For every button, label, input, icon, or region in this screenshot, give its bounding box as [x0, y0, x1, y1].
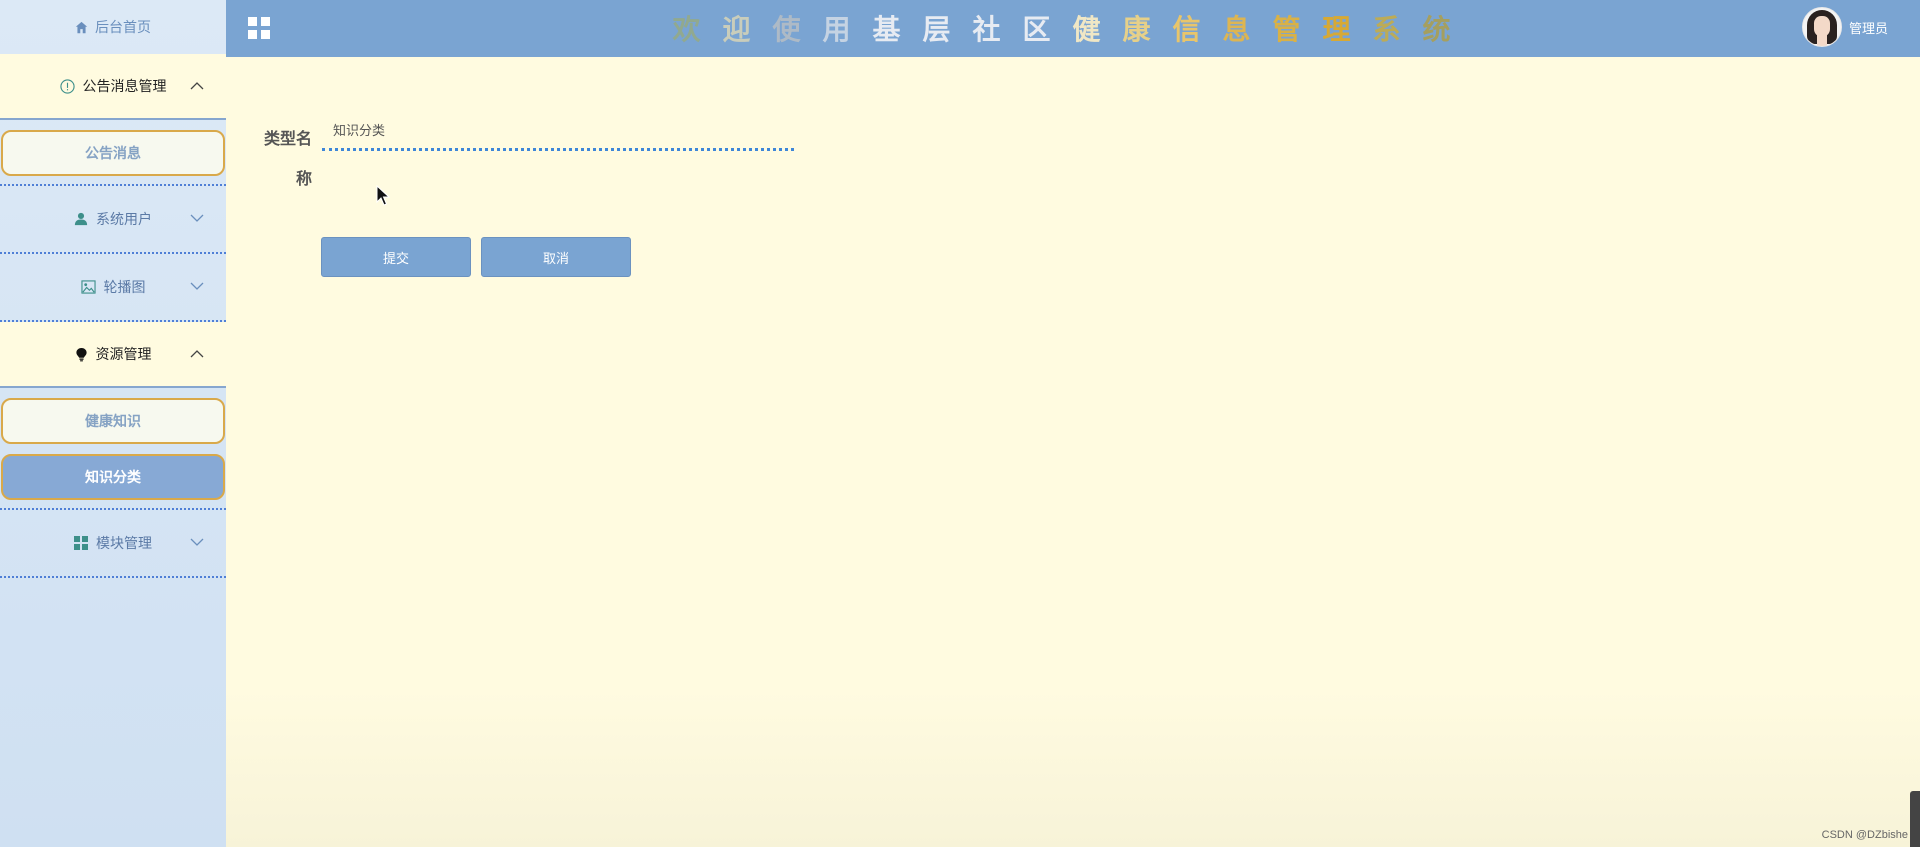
mouse-cursor-icon: [376, 185, 390, 206]
menu-header-label: 公告消息管理: [82, 79, 167, 95]
menu-header-modules[interactable]: 模块管理: [0, 510, 226, 578]
menu-header-carousel[interactable]: 轮播图: [0, 254, 226, 322]
menu-group-users: 系统用户: [0, 186, 226, 254]
menu-header-label: 轮播图: [103, 280, 146, 296]
top-header: 欢迎使用基层社区健康信息管理系统 管理员: [226, 0, 1920, 57]
user-menu[interactable]: 管理员: [1801, 7, 1888, 47]
user-name[interactable]: 管理员: [1849, 18, 1888, 37]
title-char: 系: [1372, 13, 1401, 46]
title-char: 层: [922, 13, 951, 46]
chevron-down-icon: [190, 212, 204, 226]
menu-group-notices: 公告消息管理 公告消息: [0, 54, 226, 186]
watermark: CSDN @DZbishe: [1821, 829, 1908, 841]
title-char: 康: [1122, 13, 1151, 46]
cancel-button[interactable]: 取消: [481, 237, 631, 277]
submenu-item-knowledge-category[interactable]: 知识分类: [1, 454, 225, 500]
title-char: 迎: [722, 13, 751, 46]
title-char: 基: [872, 13, 901, 46]
type-name-input[interactable]: 知识分类: [322, 117, 794, 151]
sidebar: 后台首页 公告消息管理 公告消息 系统用户 轮播图 资源管理 健康知识 知识分类…: [0, 0, 226, 847]
scroll-handle[interactable]: [1910, 791, 1920, 847]
title-char: 信: [1172, 13, 1201, 46]
title-char: 理: [1322, 13, 1351, 46]
chevron-down-icon: [190, 536, 204, 550]
title-char: 使: [772, 13, 801, 46]
type-name-label: 类型名 称: [263, 129, 312, 188]
home-icon: [75, 21, 88, 33]
menu-header-users[interactable]: 系统用户: [0, 186, 226, 254]
menu-header-label: 模块管理: [96, 536, 152, 552]
title-char: 息: [1222, 13, 1251, 46]
chevron-up-icon: [190, 79, 204, 93]
submenu-resources: 健康知识 知识分类: [0, 388, 226, 510]
title-char: 管: [1272, 13, 1301, 46]
avatar[interactable]: [1801, 7, 1842, 47]
sidebar-home-link[interactable]: 后台首页: [0, 0, 226, 54]
system-title: 欢迎使用基层社区健康信息管理系统: [672, 8, 1451, 48]
submenu-item-notices[interactable]: 公告消息: [1, 130, 225, 176]
menu-group-modules: 模块管理: [0, 510, 226, 578]
info-circle-icon: [59, 78, 75, 94]
menu-header-resources[interactable]: 资源管理: [0, 322, 226, 388]
chevron-up-icon: [190, 347, 204, 361]
chevron-down-icon: [190, 280, 204, 294]
menu-header-label: 系统用户: [96, 212, 152, 228]
user-icon: [74, 212, 88, 226]
submit-button[interactable]: 提交: [321, 237, 471, 277]
submenu-notices: 公告消息: [0, 120, 226, 186]
menu-group-resources: 资源管理 健康知识 知识分类: [0, 322, 226, 510]
title-char: 用: [822, 13, 851, 46]
sidebar-home-label: 后台首页: [95, 20, 151, 36]
title-char: 统: [1422, 13, 1451, 46]
menu-group-carousel: 轮播图: [0, 254, 226, 322]
grid-icon: [74, 536, 88, 550]
menu-header-label: 资源管理: [95, 347, 152, 363]
image-icon: [80, 280, 96, 294]
bulb-icon: [75, 347, 87, 361]
submenu-item-health-knowledge[interactable]: 健康知识: [1, 398, 225, 444]
menu-toggle-grid-icon[interactable]: [248, 17, 270, 39]
title-char: 区: [1022, 13, 1051, 46]
title-char: 欢: [672, 13, 701, 46]
main-content: 类型名 称 知识分类 提交 取消 CSDN @DZbishe: [226, 57, 1920, 847]
title-char: 健: [1072, 13, 1101, 46]
menu-header-notices[interactable]: 公告消息管理: [0, 54, 226, 120]
title-char: 社: [972, 13, 1001, 46]
